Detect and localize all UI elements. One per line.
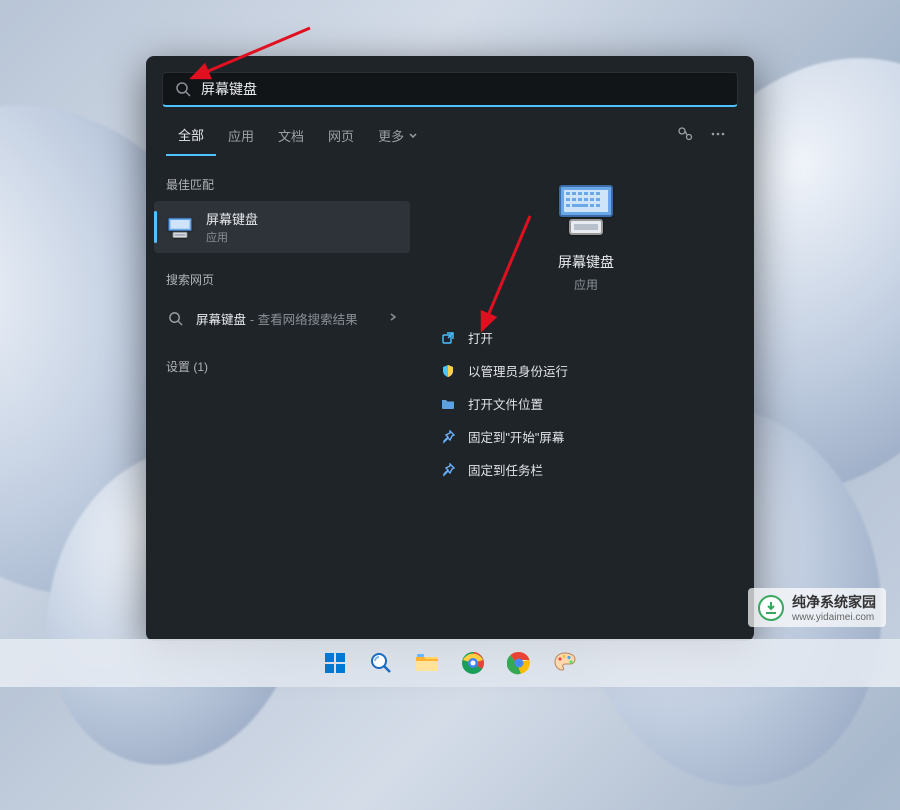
action-run-admin-label: 以管理员身份运行 (468, 361, 568, 380)
result-title: 屏幕键盘 (206, 209, 398, 228)
paint-button[interactable] (545, 643, 585, 683)
search-web-item[interactable]: 屏幕键盘 - 查看网络搜索结果 (154, 296, 410, 340)
search-icon (166, 304, 184, 332)
tab-web[interactable]: 网页 (316, 118, 366, 155)
settings-heading: 设置 (1) (154, 352, 410, 383)
file-explorer-button[interactable] (407, 643, 447, 683)
action-pin-start[interactable]: 固定到"开始"屏幕 (430, 420, 742, 453)
search-web-hint: - 查看网络搜索结果 (250, 309, 358, 328)
action-open[interactable]: 打开 (430, 321, 742, 354)
chevron-right-icon (388, 309, 398, 327)
folder-icon (440, 396, 456, 412)
tab-documents[interactable]: 文档 (266, 118, 316, 155)
tab-all[interactable]: 全部 (166, 117, 216, 156)
tab-more[interactable]: 更多 (366, 118, 430, 155)
watermark-brand: 纯净系统家园 (792, 594, 876, 610)
action-pin-taskbar-label: 固定到任务栏 (468, 460, 543, 479)
watermark: 纯净系统家园 www.yidaimei.com (748, 588, 886, 627)
preview-actions: 打开 以管理员身份运行 打开文件位置 (430, 321, 742, 486)
search-input[interactable] (201, 81, 725, 97)
action-open-label: 打开 (468, 328, 493, 347)
action-pin-taskbar[interactable]: 固定到任务栏 (430, 453, 742, 486)
osk-icon (166, 213, 194, 241)
best-match-heading: 最佳匹配 (154, 170, 410, 201)
edge-button[interactable] (453, 643, 493, 683)
action-pin-start-label: 固定到"开始"屏幕 (468, 427, 564, 446)
chrome-button[interactable] (499, 643, 539, 683)
shield-icon (440, 363, 456, 379)
pin-icon (440, 429, 456, 445)
preview-title: 屏幕键盘 (430, 252, 742, 272)
search-tabs: 全部 应用 文档 网页 更多 (146, 107, 754, 156)
search-bar[interactable] (162, 72, 738, 107)
taskbar-search-button[interactable] (361, 643, 401, 683)
tab-more-label: 更多 (378, 126, 404, 145)
search-web-term: 屏幕键盘 (196, 309, 246, 328)
search-web-heading: 搜索网页 (154, 265, 410, 296)
osk-preview-icon (554, 176, 618, 240)
start-button[interactable] (315, 643, 355, 683)
tab-apps[interactable]: 应用 (216, 118, 266, 155)
download-icon (758, 595, 784, 621)
action-open-location-label: 打开文件位置 (468, 394, 543, 413)
search-icon (175, 81, 191, 97)
account-button[interactable] (668, 119, 702, 154)
chevron-down-icon (408, 128, 418, 143)
action-run-admin[interactable]: 以管理员身份运行 (430, 354, 742, 387)
taskbar (0, 639, 900, 687)
preview-column: 屏幕键盘 应用 打开 以管理员身份运行 (418, 156, 754, 641)
preview-subtitle: 应用 (430, 276, 742, 293)
result-item-osk[interactable]: 屏幕键盘 应用 (154, 201, 410, 253)
more-options-button[interactable] (702, 120, 734, 153)
search-panel: 全部 应用 文档 网页 更多 最佳匹配 (146, 56, 754, 641)
pin-icon (440, 462, 456, 478)
watermark-url: www.yidaimei.com (792, 612, 876, 623)
results-column: 最佳匹配 屏幕键盘 应用 搜索网页 (146, 156, 418, 641)
result-subtitle: 应用 (206, 229, 398, 245)
action-open-location[interactable]: 打开文件位置 (430, 387, 742, 420)
open-icon (440, 330, 456, 346)
